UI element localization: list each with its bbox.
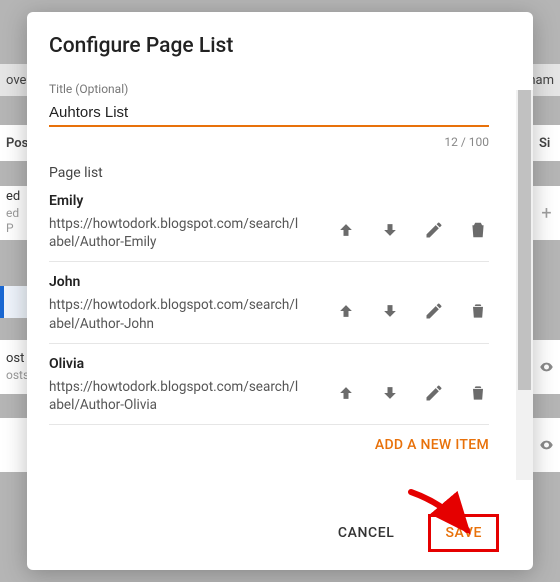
edit-icon[interactable]: [423, 296, 445, 326]
bg-left-2: ost osts: [0, 340, 27, 394]
page-list-item: Emily https://howtodork.blogspot.com/sea…: [49, 193, 489, 262]
edit-icon[interactable]: [423, 215, 445, 245]
bg-eye-2: [533, 418, 560, 472]
move-down-icon[interactable]: [379, 215, 401, 245]
bg-left-3: [0, 418, 27, 472]
move-down-icon[interactable]: [379, 296, 401, 326]
edit-icon[interactable]: [423, 378, 445, 408]
move-up-icon[interactable]: [335, 378, 357, 408]
bg-left-sel: [0, 286, 27, 318]
page-url: https://howtodork.blogspot.com/search/la…: [49, 378, 299, 414]
page-name: Emily: [49, 193, 489, 209]
page-list-item: Olivia https://howtodork.blogspot.com/se…: [49, 356, 489, 425]
move-up-icon[interactable]: [335, 215, 357, 245]
bg-plus: +: [533, 186, 560, 240]
scrollbar-thumb[interactable]: [518, 90, 531, 390]
page-name: Olivia: [49, 356, 489, 372]
configure-page-list-dialog: Configure Page List Title (Optional) 12 …: [27, 12, 533, 570]
page-url: https://howtodork.blogspot.com/search/la…: [49, 296, 299, 332]
bg-right-header: Si: [533, 125, 560, 161]
move-down-icon[interactable]: [379, 378, 401, 408]
cancel-button[interactable]: CANCEL: [324, 515, 409, 551]
delete-icon[interactable]: [467, 296, 489, 326]
dialog-title: Configure Page List: [49, 34, 511, 58]
delete-icon[interactable]: [467, 378, 489, 408]
add-new-item-button[interactable]: ADD A NEW ITEM: [49, 437, 489, 453]
page-name: John: [49, 274, 489, 290]
bg-eye-1: [533, 340, 560, 394]
bg-left-header: Pos: [0, 125, 27, 161]
page-url: https://howtodork.blogspot.com/search/la…: [49, 215, 299, 251]
move-up-icon[interactable]: [335, 296, 357, 326]
bg-left-1: ed ed P: [0, 186, 27, 240]
save-button[interactable]: SAVE: [428, 514, 499, 552]
page-list-item: John https://howtodork.blogspot.com/sear…: [49, 274, 489, 343]
title-field-label: Title (Optional): [49, 82, 511, 96]
title-char-counter: 12 / 100: [49, 135, 489, 149]
title-input[interactable]: [49, 102, 489, 127]
dialog-footer: CANCEL SAVE: [49, 514, 499, 552]
scrollbar[interactable]: [516, 90, 533, 480]
page-list-label: Page list: [49, 165, 511, 181]
delete-icon[interactable]: [467, 215, 489, 245]
